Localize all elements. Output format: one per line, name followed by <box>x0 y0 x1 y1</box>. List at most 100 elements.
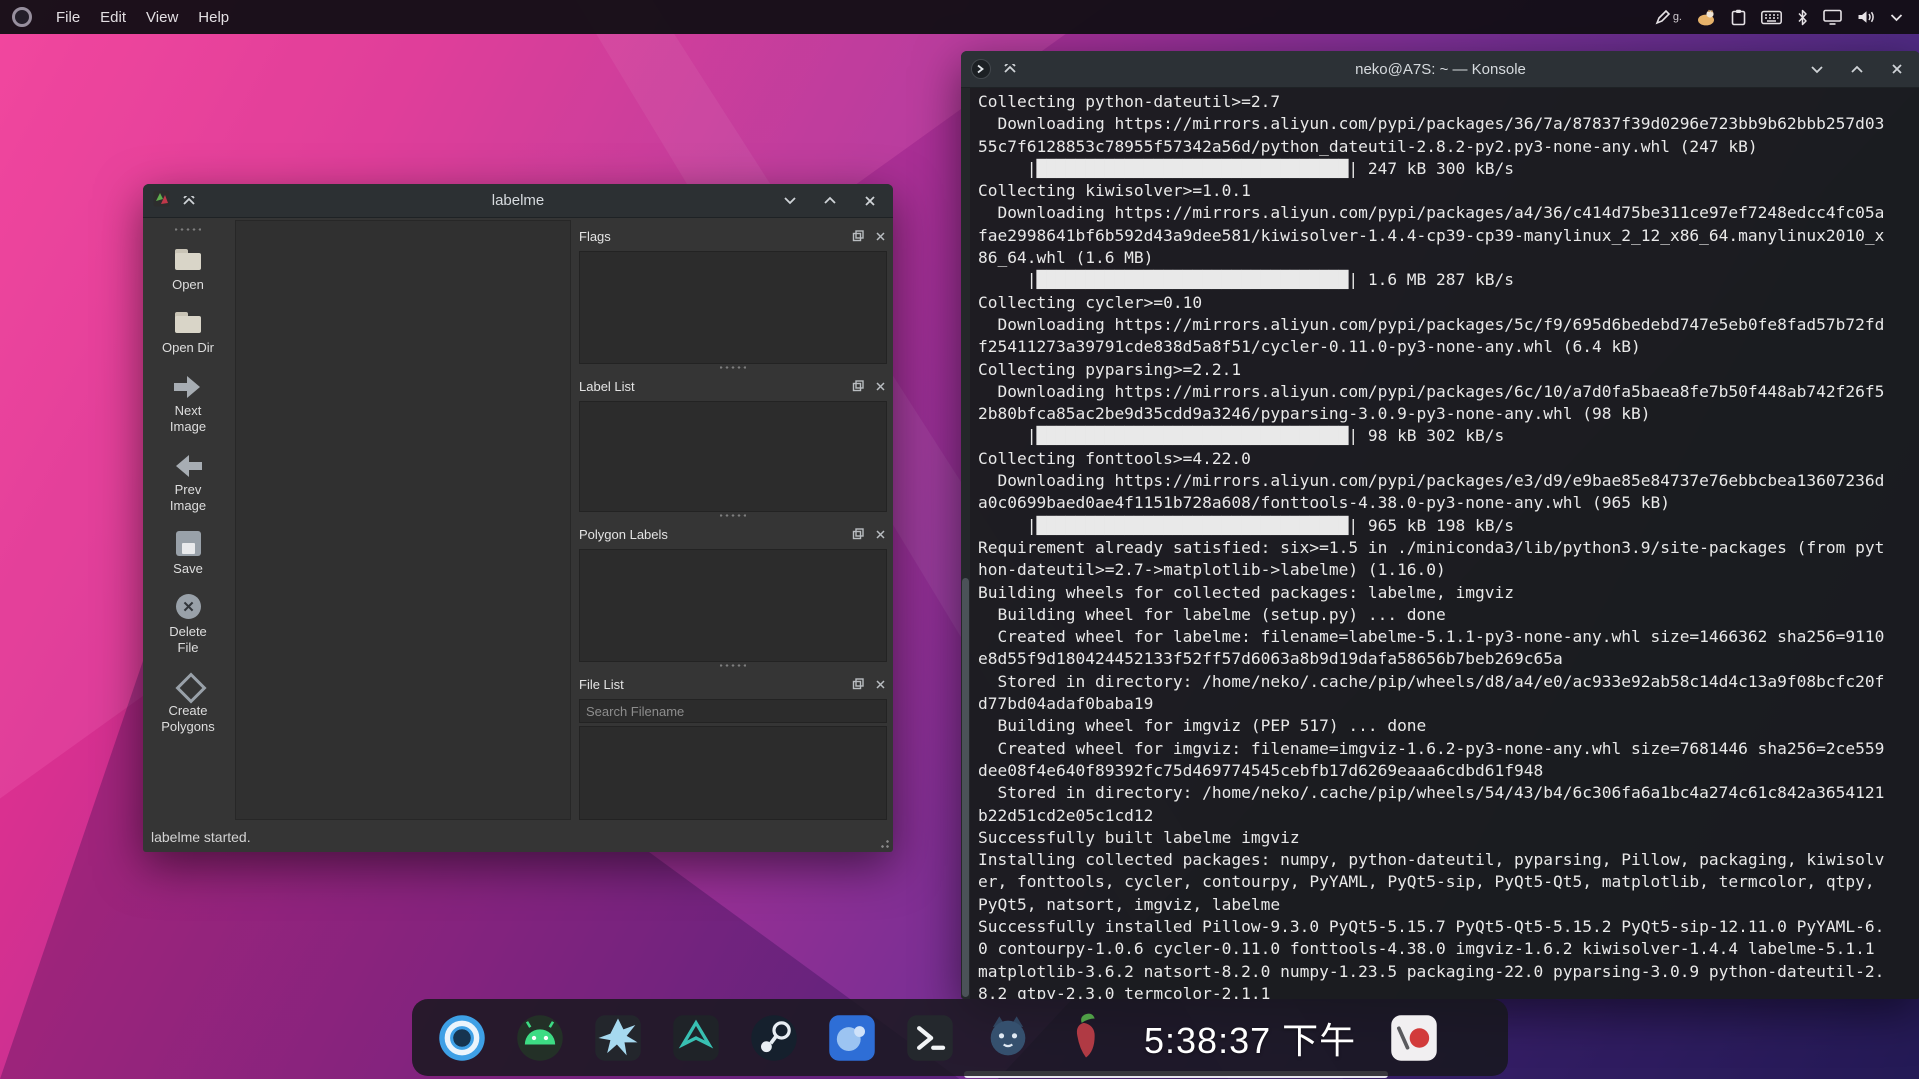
terminal-line: b22d51cd2e05c1cd12 <box>978 805 1912 827</box>
minimize-button[interactable] <box>781 192 799 210</box>
panel-drag-handle-icon <box>720 364 746 371</box>
panel-float-icon[interactable] <box>851 677 865 691</box>
menu-item[interactable]: View <box>136 5 188 30</box>
panel-title: File List <box>579 677 624 692</box>
terminal-line: matplotlib-3.6.2 natsort-8.2.0 numpy-1.2… <box>978 961 1912 983</box>
menu-item[interactable]: Edit <box>90 5 136 30</box>
clipboard-icon[interactable] <box>1731 7 1746 27</box>
steam-icon[interactable] <box>746 1010 802 1066</box>
terminal-line: fae2998641bf6b592d43a9dee581/kiwisolver-… <box>978 225 1912 247</box>
terminal-line: 0 contourpy-1.0.6 cycler-0.11.0 fonttool… <box>978 938 1912 960</box>
panel-close-icon[interactable] <box>873 379 887 393</box>
toolbar-button[interactable]: Prev Image <box>143 444 233 523</box>
panel-close-icon[interactable] <box>873 229 887 243</box>
input-method-label: g. <box>1673 11 1682 23</box>
status-text: labelme started. <box>151 829 251 845</box>
terminal-icon[interactable] <box>902 1010 958 1066</box>
android-studio-icon[interactable] <box>512 1010 568 1066</box>
panel-separator[interactable] <box>579 662 887 672</box>
labelme-body: Open Open Dir Next Image Prev Image Save <box>143 218 893 822</box>
panel-separator[interactable] <box>579 512 887 522</box>
toolbar-label: Save <box>159 561 217 577</box>
terminal-line: Collecting pyparsing>=2.2.1 <box>978 359 1912 381</box>
chevron-down-icon[interactable] <box>1890 7 1903 27</box>
toolbar-drag-handle-icon[interactable] <box>175 226 201 233</box>
labelme-window: labelme Open <box>143 184 893 852</box>
menu-items: FileEditViewHelp <box>46 5 239 30</box>
terminal-line: Downloading https://mirrors.aliyun.com/p… <box>978 202 1912 224</box>
toolbar-label: Create Polygons <box>159 703 217 735</box>
pen-icon[interactable]: g. <box>1655 7 1682 27</box>
app-ring-logo-icon[interactable] <box>12 7 32 27</box>
dock-clock[interactable]: 5:38:37 下午 <box>1136 1012 1364 1064</box>
panel-float-icon[interactable] <box>851 379 865 393</box>
panel-label-list: Label List <box>579 374 887 512</box>
labelme-toolbar: Open Open Dir Next Image Prev Image Save <box>143 239 233 744</box>
volume-icon[interactable] <box>1857 7 1875 27</box>
flags-list[interactable] <box>579 251 887 364</box>
toolbar-button[interactable]: Open <box>143 239 233 302</box>
panel-header[interactable]: File List <box>579 672 887 696</box>
file-search-input[interactable] <box>579 699 887 723</box>
panel-float-icon[interactable] <box>851 527 865 541</box>
maximize-button[interactable] <box>1848 60 1866 78</box>
cat-app-icon[interactable] <box>980 1010 1036 1066</box>
screen-recorder-icon[interactable] <box>1386 1010 1442 1066</box>
shade-button[interactable] <box>180 192 198 210</box>
maximize-button[interactable] <box>821 192 839 210</box>
toolbar-label: Delete File <box>159 624 217 656</box>
bluetooth-icon[interactable] <box>1797 7 1808 27</box>
menu-item[interactable]: File <box>46 5 90 30</box>
desktop: FileEditViewHelp g. <box>0 0 1919 1079</box>
terminal-line: PyQt5, natsort, imgviz, labelme <box>978 894 1912 916</box>
terminal-scrollbar[interactable] <box>961 88 970 999</box>
polygon-labels-list[interactable] <box>579 549 887 662</box>
display-icon[interactable] <box>1823 7 1842 27</box>
terminal-line: 8.2 qtpy-2.3.0 termcolor-2.1.1 <box>978 983 1912 999</box>
close-button[interactable] <box>1888 60 1906 78</box>
panel-title: Label List <box>579 379 635 394</box>
toolbar-icon <box>172 593 204 621</box>
toolbar-button[interactable]: Create Polygons <box>143 665 233 744</box>
konsole-titlebar[interactable]: neko@A7S: ~ — Konsole <box>961 51 1919 88</box>
terminal-line: Created wheel for labelme: filename=labe… <box>978 626 1912 648</box>
panel-close-icon[interactable] <box>873 677 887 691</box>
toolbar-button[interactable]: Next Image <box>143 365 233 444</box>
ferret-icon[interactable] <box>1697 7 1716 27</box>
resize-grip[interactable] <box>878 837 890 849</box>
panel-float-icon[interactable] <box>851 229 865 243</box>
minimize-button[interactable] <box>1808 60 1826 78</box>
toolbar-button[interactable]: Save <box>143 523 233 586</box>
label-list[interactable] <box>579 401 887 512</box>
terminal-line: Requirement already satisfied: six>=1.5 … <box>978 537 1912 559</box>
scrollbar-thumb[interactable] <box>962 578 969 997</box>
paint-app-icon[interactable] <box>590 1010 646 1066</box>
titlebar-left <box>961 59 1019 79</box>
panel-header[interactable]: Label List <box>579 374 887 398</box>
terminal-line: hon-dateutil>=2.7->matplotlib->labelme) … <box>978 559 1912 581</box>
dev-app-icon[interactable] <box>668 1010 724 1066</box>
menu-item[interactable]: Help <box>188 5 239 30</box>
panel-close-icon[interactable] <box>873 527 887 541</box>
panel-drag-handle-icon <box>720 662 746 669</box>
panel-header[interactable]: Flags <box>579 224 887 248</box>
blue-app-icon[interactable] <box>824 1010 880 1066</box>
launcher-icon[interactable] <box>434 1010 490 1066</box>
shade-button[interactable] <box>1001 60 1019 78</box>
labelme-titlebar[interactable]: labelme <box>143 184 893 218</box>
keyboard-icon[interactable] <box>1761 7 1782 27</box>
terminal-line: Successfully installed Pillow-9.3.0 PyQt… <box>978 916 1912 938</box>
terminal-output[interactable]: Collecting python-dateutil>=2.7 Download… <box>970 88 1919 999</box>
toolbar-button[interactable]: Open Dir <box>143 302 233 365</box>
panel-separator[interactable] <box>579 364 887 374</box>
close-button[interactable] <box>861 192 879 210</box>
toolbar-button[interactable]: Delete File <box>143 586 233 665</box>
file-list[interactable] <box>579 726 887 820</box>
panel-flags: Flags <box>579 224 887 364</box>
toolbar-icon <box>172 451 204 479</box>
labelme-canvas[interactable] <box>235 220 571 820</box>
labelme-app-icon[interactable] <box>1058 1010 1114 1066</box>
terminal-line: f25411273a39791cde838d5a8f51/cycler-0.11… <box>978 336 1912 358</box>
panel-header[interactable]: Polygon Labels <box>579 522 887 546</box>
global-menubar: FileEditViewHelp g. <box>0 0 1919 34</box>
